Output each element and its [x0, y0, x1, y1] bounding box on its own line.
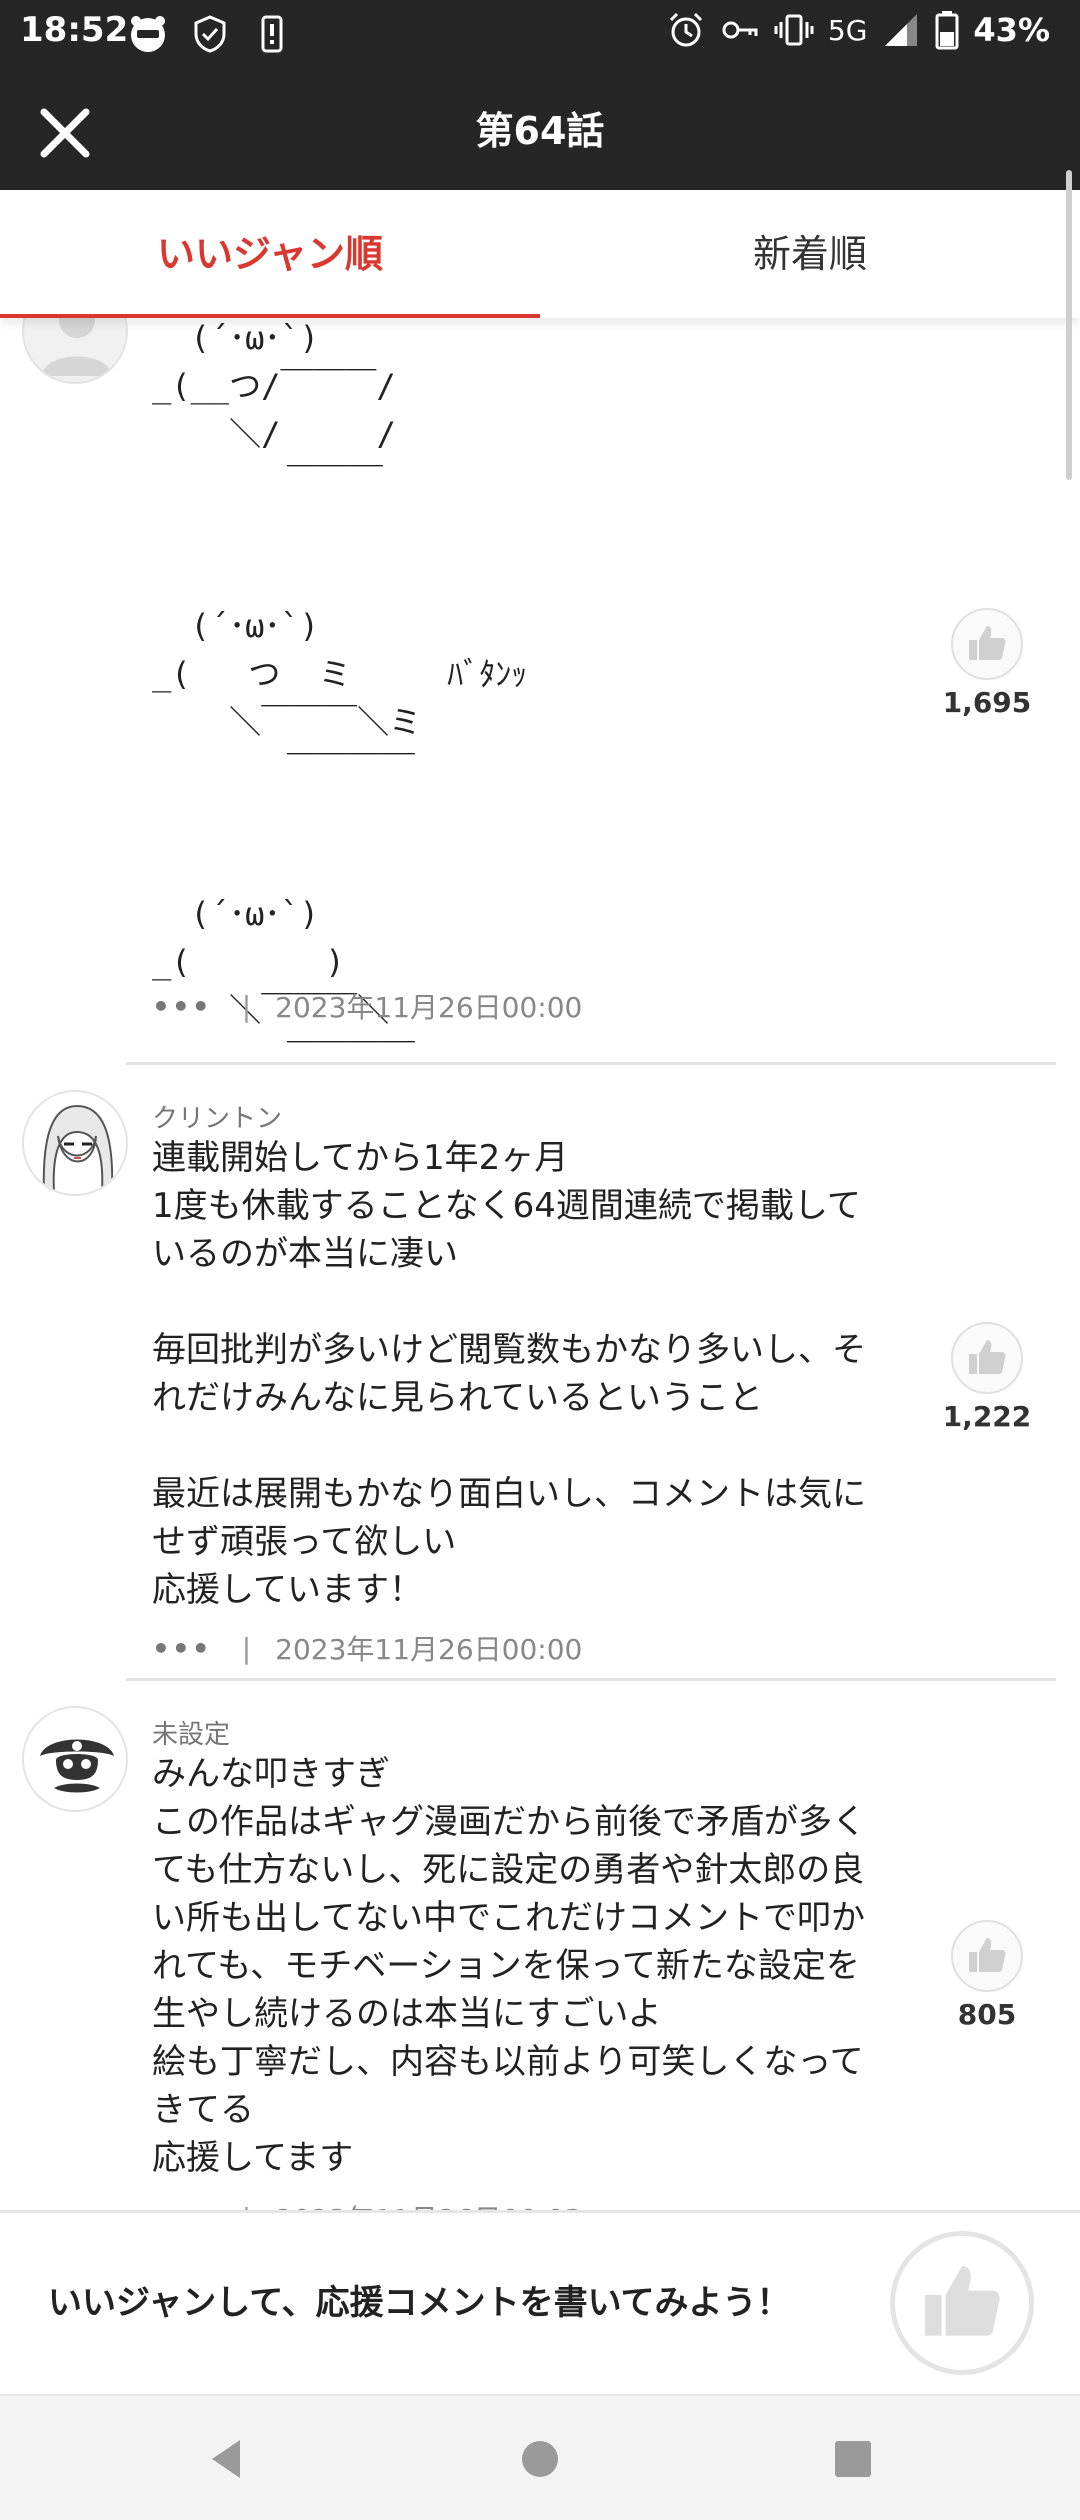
comment-timestamp: 2023年11月26日00:00: [275, 1633, 583, 1666]
thumbs-up-icon: [969, 1340, 1006, 1374]
recents-button[interactable]: [826, 2432, 880, 2486]
thumbs-up-icon: [925, 2266, 1000, 2336]
recents-square-icon: [835, 2441, 871, 2477]
like-button[interactable]: [951, 1322, 1023, 1394]
default-avatar-icon: [42, 318, 112, 376]
meta-separator: |: [242, 2202, 251, 2211]
status-time: 18:52: [20, 10, 129, 50]
sort-tabs: いいジャン順 新着順: [0, 190, 1080, 318]
like-control: 1,222: [932, 1322, 1042, 1433]
comment-body: 連載開始してから1年2ヶ月 1度も休載することなく64週間連続で掲載しているのが…: [152, 1138, 866, 1610]
comment-item: クリントン 連載開始してから1年2ヶ月 1度も休載することなく64週間連続で掲載…: [0, 1090, 1080, 1690]
key-icon: [720, 10, 760, 50]
network-type: 5G: [827, 13, 868, 47]
comment-timestamp: 2023年11月26日00:00: [275, 991, 583, 1024]
divider: [126, 1678, 1056, 1681]
like-control: 805: [932, 1920, 1042, 2031]
app-badge-icon: [128, 14, 168, 54]
comment-body: みんな叩きすぎ この作品はギャグ漫画だから前後で矛盾が多くても仕方ないし、死に設…: [152, 1754, 866, 2178]
comment-username: クリントン: [152, 1104, 283, 1134]
home-button[interactable]: [513, 2432, 567, 2486]
thumbs-up-icon: [969, 1938, 1006, 1972]
comment-item: (´･ω･`) _(__つ/￣￣￣/ ＼/ / ￣￣￣ (´･ω･`) _( つ…: [0, 318, 1080, 1077]
page-title: 第64話: [475, 109, 605, 153]
comment-meta: ••• | 2023年11月26日00:00: [152, 1628, 582, 1668]
more-options-button[interactable]: •••: [152, 1632, 212, 1665]
anime-girl-avatar: [24, 1092, 126, 1194]
divider: [126, 1062, 1056, 1065]
avatar[interactable]: [22, 1706, 128, 1812]
tab-popular[interactable]: いいジャン順: [0, 190, 540, 318]
meta-separator: |: [241, 989, 252, 1023]
home-circle-icon: [522, 2441, 558, 2477]
back-triangle-icon: [212, 2440, 240, 2478]
vibrate-icon: [774, 10, 814, 50]
system-nav-bar: [0, 2394, 1080, 2520]
comment-meta: ••• | 2023年11月26日00:03: [152, 2198, 582, 2211]
active-tab-indicator: [0, 314, 540, 318]
like-control: 1,695: [932, 608, 1042, 719]
battery-icon: [935, 10, 959, 50]
comment-prompt-bar[interactable]: いいジャンして、応援コメントを書いてみよう！: [0, 2210, 1080, 2394]
like-button[interactable]: [951, 608, 1023, 680]
back-button[interactable]: [200, 2432, 254, 2486]
scrollbar[interactable]: [1066, 170, 1072, 480]
like-count: 1,695: [942, 686, 1032, 719]
pirate-skull-avatar: [24, 1708, 126, 1810]
comment-prompt-text[interactable]: いいジャンして、応援コメントを書いてみよう！: [48, 2275, 791, 2324]
comment-item: 未設定 みんな叩きすぎ この作品はギャグ漫画だから前後で矛盾が多くても仕方ないし…: [0, 1706, 1080, 2210]
battery-percent: 43%: [973, 11, 1050, 49]
avatar[interactable]: [22, 1090, 128, 1196]
thumbs-up-icon: [969, 626, 1006, 660]
comment-username: 未設定: [152, 1720, 231, 1750]
more-options-button[interactable]: •••: [152, 2202, 212, 2211]
comment-meta: ••• | 2023年11月26日00:00: [152, 986, 582, 1026]
status-bar: 18:52 5G 43%: [0, 0, 1080, 70]
like-count: 1,222: [942, 1400, 1032, 1433]
comment-timestamp: 2023年11月26日00:03: [275, 2198, 582, 2210]
avatar[interactable]: [22, 318, 128, 384]
like-count: 805: [957, 1998, 1017, 2031]
tab-newest[interactable]: 新着順: [540, 190, 1080, 318]
signal-icon: [881, 10, 921, 50]
shield-check-icon: [190, 14, 230, 54]
alarm-icon: [666, 10, 706, 50]
meta-separator: |: [241, 1631, 252, 1665]
like-button[interactable]: [951, 1920, 1023, 1992]
big-like-button[interactable]: [890, 2231, 1034, 2375]
phone-notification-icon: [252, 14, 292, 54]
app-header: 第64話: [0, 70, 1080, 190]
comment-list[interactable]: (´･ω･`) _(__つ/￣￣￣/ ＼/ / ￣￣￣ (´･ω･`) _( つ…: [0, 318, 1080, 2210]
comment-body: (´･ω･`) _(__つ/￣￣￣/ ＼/ / ￣￣￣ (´･ω･`) _( つ…: [152, 319, 528, 1077]
more-options-button[interactable]: •••: [152, 990, 212, 1023]
